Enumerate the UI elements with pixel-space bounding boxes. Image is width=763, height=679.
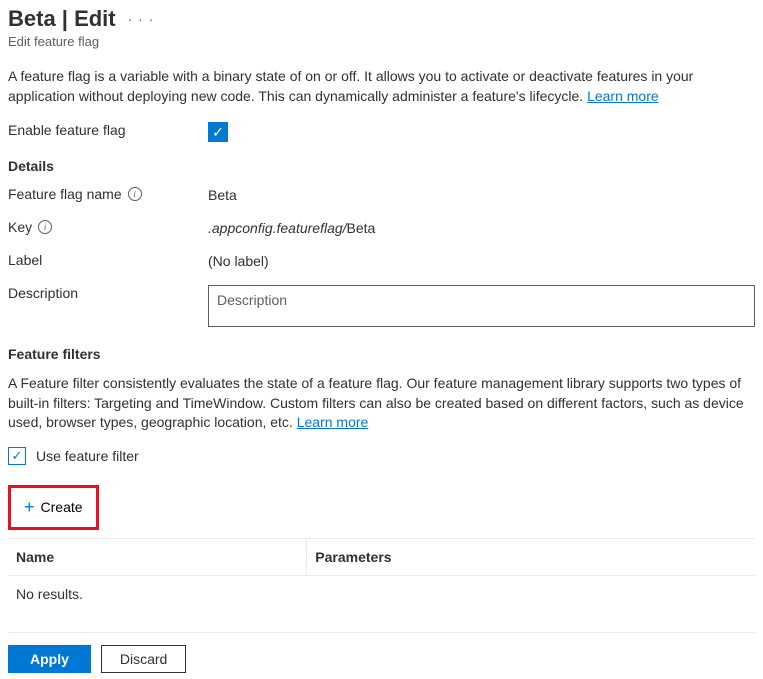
enable-label: Enable feature flag [8,122,208,138]
filters-table: Name Parameters No results. [8,538,755,612]
table-row: No results. [8,575,755,612]
key-value: .appconfig.featureflag/Beta [208,219,755,236]
filters-body: A Feature filter consistently evaluates … [8,375,744,430]
table-col-name: Name [8,538,307,575]
info-icon[interactable]: i [38,220,52,234]
page-title: Beta | Edit [8,6,116,32]
discard-button[interactable]: Discard [101,645,186,673]
divider [8,632,755,633]
key-name: Beta [347,220,376,236]
create-highlight-box: + Create [8,485,99,530]
create-label: Create [41,499,83,515]
description-input[interactable] [208,285,755,327]
label-value: (No label) [208,252,755,269]
label-label: Label [8,252,208,268]
info-icon[interactable]: i [128,187,142,201]
flag-name-value: Beta [208,186,755,203]
apply-button[interactable]: Apply [8,645,91,673]
filters-heading: Feature filters [8,346,755,362]
page-header: Beta | Edit · · · Edit feature flag [8,6,755,49]
page-subtitle: Edit feature flag [8,34,755,49]
plus-icon: + [24,497,35,518]
more-menu-icon[interactable]: · · · [128,11,155,27]
create-button[interactable]: + Create [14,491,93,524]
description-label: Description [8,285,208,301]
filters-learn-more-link[interactable]: Learn more [297,414,369,430]
use-filter-checkbox[interactable]: ✓ [8,447,26,465]
key-prefix: .appconfig.featureflag/ [208,220,347,236]
check-icon: ✓ [212,124,224,141]
filters-text: A Feature filter consistently evaluates … [8,374,755,433]
intro-text: A feature flag is a variable with a bina… [8,67,755,106]
table-empty: No results. [8,575,755,612]
details-heading: Details [8,158,755,174]
check-icon: ✓ [12,448,23,464]
flag-name-label: Feature flag name [8,186,122,202]
enable-checkbox[interactable]: ✓ [208,122,228,142]
use-filter-label: Use feature filter [36,448,139,464]
intro-learn-more-link[interactable]: Learn more [587,88,659,104]
table-col-params: Parameters [307,538,755,575]
key-label: Key [8,219,32,235]
